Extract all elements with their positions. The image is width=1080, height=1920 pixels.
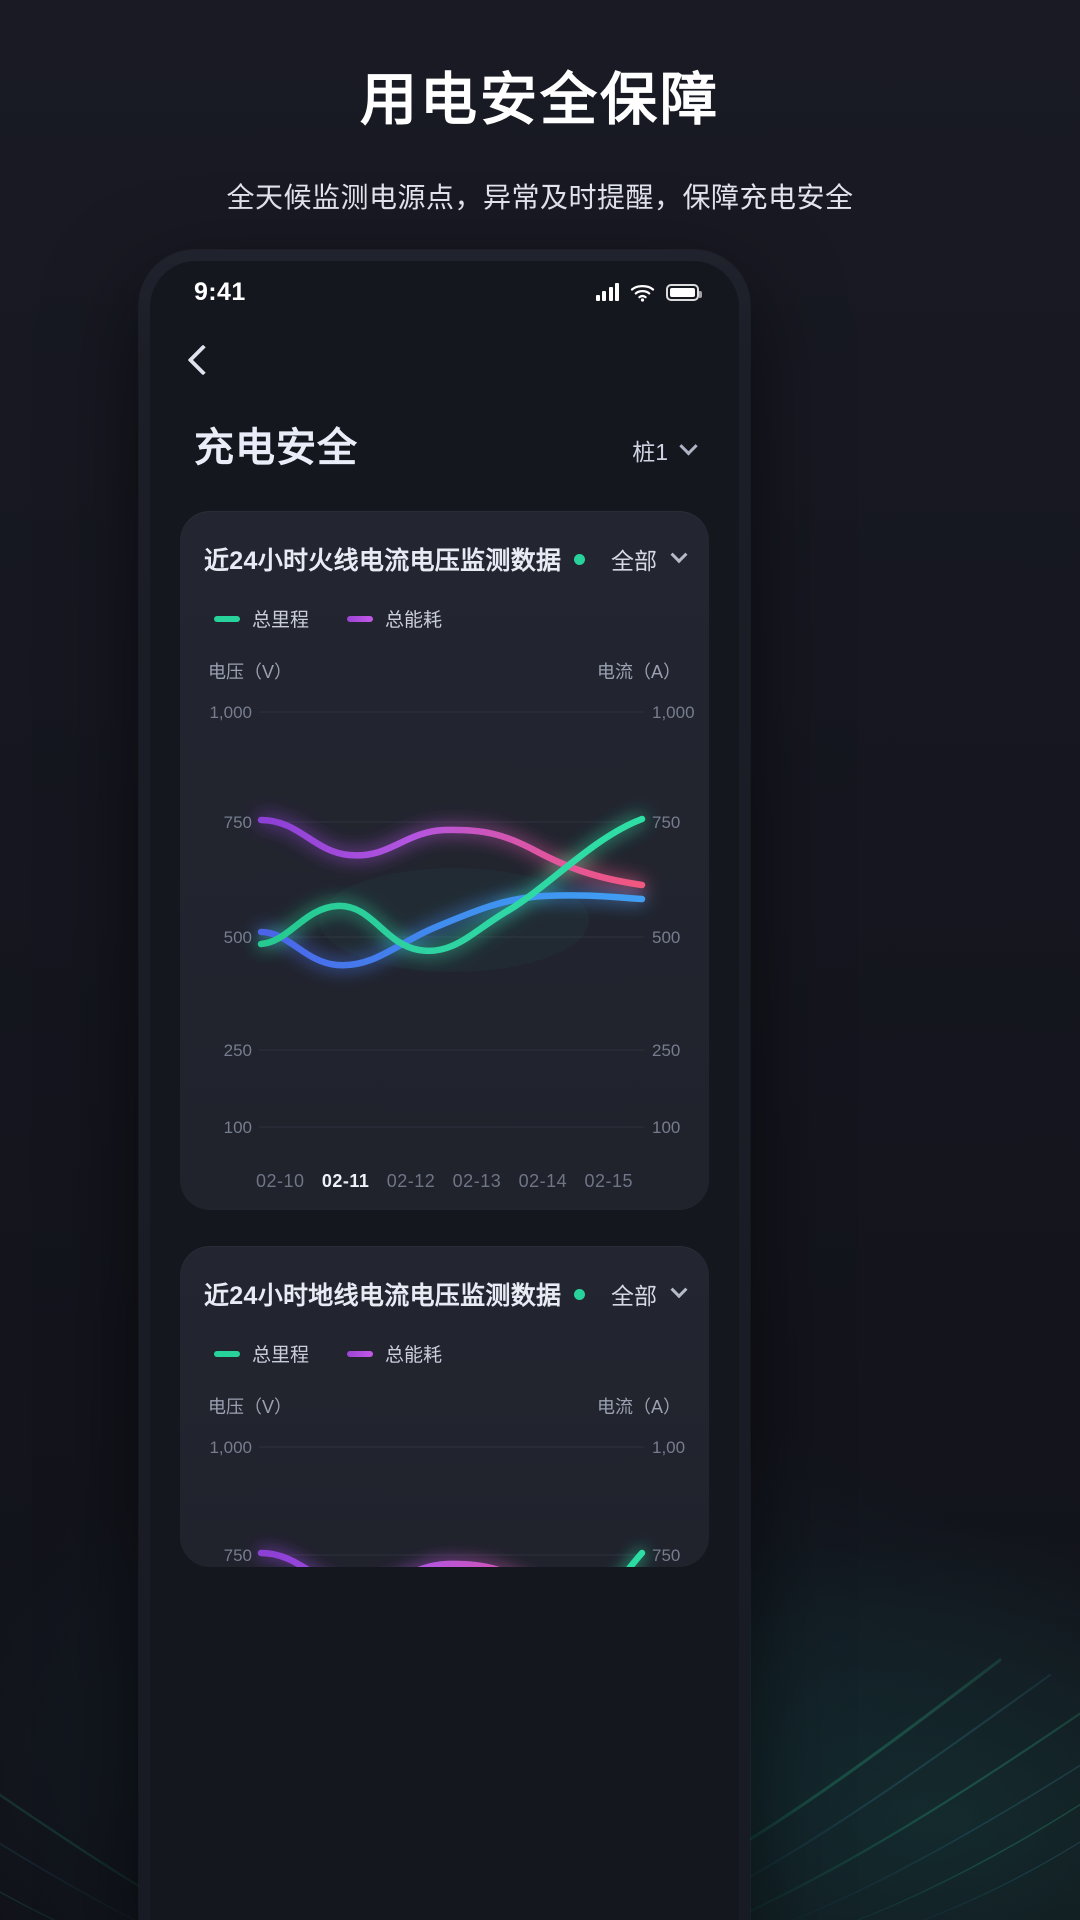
status-bar-time: 9:41 — [194, 277, 246, 306]
card-filter-dropdown[interactable]: 全部 — [611, 1277, 688, 1311]
legend-swatch-icon — [347, 615, 374, 622]
card-filter-dropdown[interactable]: 全部 — [611, 542, 688, 576]
chart-gridlines — [259, 1446, 644, 1556]
svg-text:100: 100 — [652, 1118, 680, 1137]
legend-item[interactable]: 总能耗 — [347, 605, 442, 632]
chevron-down-icon — [670, 546, 688, 564]
phone-mockup: 9:41 充电安全 桩1 近24小时火线电流电压监测数据 全部 总里程 总能耗 … — [139, 250, 750, 1920]
phone-screen: 9:41 充电安全 桩1 近24小时火线电流电压监测数据 全部 总里程 总能耗 … — [150, 261, 739, 1920]
wifi-icon — [630, 284, 655, 302]
card-title: 近24小时火线电流电压监测数据 — [204, 547, 562, 575]
status-bar: 9:41 — [150, 261, 739, 323]
pile-selector-label: 桩1 — [632, 439, 668, 465]
y-axis-left-labels: 1,000 750 — [209, 1438, 252, 1565]
page-root: 用电安全保障 全天候监测电源点，异常及时提醒，保障充电安全 9:41 充电安全 … — [0, 0, 1080, 1920]
status-dot-icon — [574, 1288, 586, 1300]
card-title: 近24小时地线电流电压监测数据 — [204, 1282, 562, 1310]
x-tick-active: 02-11 — [321, 1171, 370, 1191]
chevron-down-icon — [679, 436, 698, 455]
svg-text:750: 750 — [224, 813, 252, 832]
nav-bar — [150, 323, 739, 397]
card-filter-label: 全部 — [611, 548, 657, 574]
axis-titles: 电压（V） 电流（A） — [204, 658, 685, 684]
chevron-down-icon — [670, 1281, 688, 1299]
chart-legend: 总里程 总能耗 — [204, 605, 685, 632]
svg-text:1,000: 1,000 — [209, 703, 252, 722]
y-axis-right-labels: 1,000 750 — [652, 1438, 685, 1565]
legend-swatch-icon — [214, 615, 240, 622]
svg-text:1,000: 1,000 — [652, 703, 695, 722]
legend-label: 总能耗 — [385, 610, 443, 631]
axis-title-right: 电流（A） — [596, 1397, 681, 1417]
screen-title: 充电安全 — [194, 426, 358, 470]
svg-text:500: 500 — [652, 928, 680, 947]
card-header: 近24小时地线电流电压监测数据 全部 — [204, 1276, 688, 1312]
chevron-left-icon[interactable] — [187, 344, 219, 376]
hero-subtitle: 全天候监测电源点，异常及时提醒，保障充电安全 — [226, 181, 854, 213]
legend-item[interactable]: 总里程 — [214, 605, 309, 632]
svg-text:100: 100 — [224, 1118, 252, 1137]
axis-title-left: 电压（V） — [208, 662, 293, 682]
legend-item[interactable]: 总能耗 — [347, 1340, 442, 1367]
chart-plot-area: 1,000 750 1,000 750 — [204, 1427, 685, 1567]
battery-icon — [666, 283, 702, 301]
legend-label: 总能耗 — [385, 1345, 443, 1366]
page-title: 用电安全保障 — [360, 68, 720, 132]
card-title-wrap: 近24小时火线电流电压监测数据 — [204, 541, 586, 577]
card-header: 近24小时火线电流电压监测数据 全部 — [204, 541, 688, 577]
chart-plot-area: 1,000 750 500 250 100 1,000 750 500 250 … — [204, 692, 694, 1167]
card-filter-label: 全部 — [611, 1283, 657, 1309]
line-chart-svg: 1,000 750 1,000 750 — [209, 1438, 685, 1567]
svg-text:750: 750 — [224, 1546, 252, 1565]
legend-label: 总里程 — [252, 610, 310, 631]
x-tick: 02-14 — [518, 1171, 568, 1191]
axis-title-left: 电压（V） — [208, 1397, 293, 1417]
svg-text:1,000: 1,000 — [209, 1438, 252, 1457]
card-title-wrap: 近24小时地线电流电压监测数据 — [204, 1276, 586, 1312]
svg-text:500: 500 — [224, 928, 252, 947]
y-axis-right-labels: 1,000 750 500 250 100 — [652, 703, 695, 1137]
legend-item[interactable]: 总里程 — [214, 1340, 309, 1367]
svg-text:750: 750 — [652, 813, 680, 832]
x-tick: 02-10 — [256, 1171, 305, 1191]
y-axis-left-labels: 1,000 750 500 250 100 — [209, 703, 252, 1137]
x-axis-labels: 02-10 02-11 02-12 02-13 02-14 02-15 — [204, 1171, 685, 1192]
hero-section: 用电安全保障 全天候监测电源点，异常及时提醒，保障充电安全 — [0, 0, 1080, 216]
x-tick: 02-15 — [584, 1171, 633, 1191]
svg-text:250: 250 — [224, 1041, 252, 1060]
pile-selector[interactable]: 桩1 — [632, 433, 698, 473]
legend-label: 总里程 — [252, 1345, 310, 1366]
monitoring-card-live-wire: 近24小时火线电流电压监测数据 全部 总里程 总能耗 电压（V） 电流（A） 1… — [180, 511, 709, 1210]
chart-legend: 总里程 总能耗 — [204, 1340, 685, 1367]
axis-title-right: 电流（A） — [596, 662, 681, 682]
line-chart-svg: 1,000 750 500 250 100 1,000 750 500 250 … — [209, 703, 695, 1137]
axis-titles: 电压（V） 电流（A） — [204, 1393, 685, 1419]
svg-text:1,000: 1,000 — [652, 1438, 685, 1457]
monitoring-card-ground-wire: 近24小时地线电流电压监测数据 全部 总里程 总能耗 电压（V） 电流（A） 1… — [180, 1246, 709, 1567]
x-tick: 02-12 — [386, 1171, 436, 1191]
svg-text:250: 250 — [652, 1041, 680, 1060]
status-dot-icon — [574, 553, 586, 565]
x-tick: 02-13 — [452, 1171, 502, 1191]
legend-swatch-icon — [214, 1350, 240, 1357]
page-header: 充电安全 桩1 — [150, 397, 739, 473]
legend-swatch-icon — [347, 1350, 374, 1357]
card-list: 近24小时火线电流电压监测数据 全部 总里程 总能耗 电压（V） 电流（A） 1… — [150, 473, 739, 1567]
status-bar-icons — [595, 283, 702, 302]
cellular-signal-icon — [595, 283, 619, 301]
svg-text:750: 750 — [652, 1546, 680, 1565]
